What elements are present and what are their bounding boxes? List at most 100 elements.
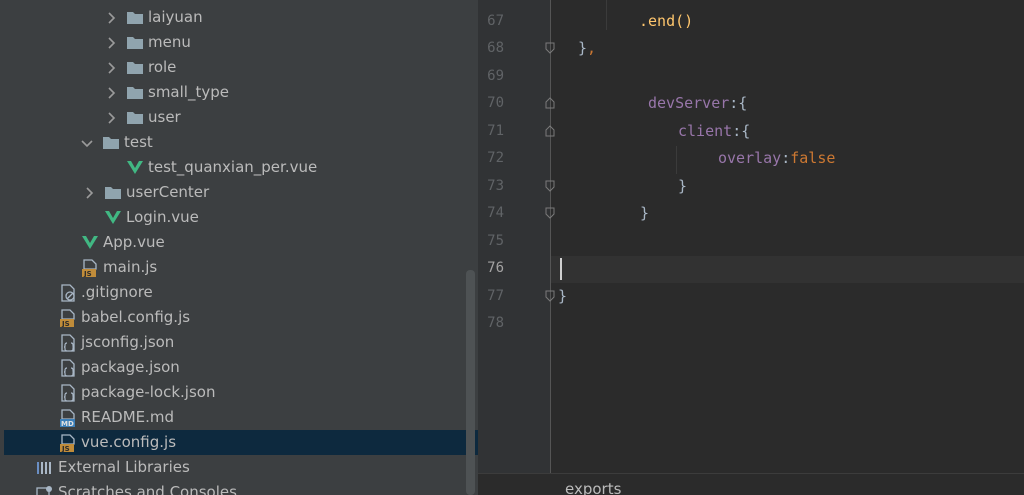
tree-item-label: jsconfig.json: [81, 333, 175, 351]
line-number-current: 76: [487, 260, 504, 276]
chevron-right-icon[interactable]: [104, 61, 118, 75]
fold-end-icon[interactable]: [545, 42, 555, 54]
tree-item-label: test: [124, 133, 153, 151]
code-line-72[interactable]: overlay:false: [718, 145, 835, 172]
tree-item-label: small_type: [148, 83, 229, 101]
line-number: 75: [487, 233, 504, 249]
chevron-right-icon[interactable]: [104, 11, 118, 25]
tree-item-label: role: [148, 58, 177, 76]
json-file-icon: [59, 383, 77, 402]
indent-guide: [676, 146, 677, 174]
tree-item-readme-md[interactable]: MD README.md: [0, 405, 478, 430]
tree-item-label: user: [148, 108, 181, 126]
svg-text:JS: JS: [61, 320, 70, 327]
tree-item-label: .gitignore: [81, 283, 153, 301]
js-file-icon: JS: [59, 308, 77, 327]
fold-start-icon[interactable]: [545, 125, 555, 137]
current-line-highlight: [551, 256, 1024, 283]
tree-item-login-vue[interactable]: Login.vue: [0, 205, 478, 230]
tree-item-label: userCenter: [126, 183, 210, 201]
tree-item-menu[interactable]: menu: [0, 30, 478, 55]
folder-icon: [126, 34, 144, 52]
tree-item-label: App.vue: [103, 233, 165, 251]
fold-end-icon[interactable]: [545, 290, 555, 302]
tree-item-gitignore[interactable]: .gitignore: [0, 280, 478, 305]
tree-item-label: Login.vue: [126, 208, 199, 226]
line-number: 77: [487, 288, 504, 304]
tree-scrollbar-thumb[interactable]: [466, 270, 475, 495]
tree-item-label: External Libraries: [58, 458, 190, 476]
folder-icon: [126, 84, 144, 102]
folder-icon: [126, 9, 144, 27]
fold-end-icon[interactable]: [545, 207, 555, 219]
folder-icon: [104, 184, 122, 202]
libraries-icon: [36, 459, 54, 477]
tree-item-label: README.md: [81, 408, 175, 426]
js-file-icon: JS: [81, 258, 99, 277]
code-comma: ,: [587, 39, 597, 57]
tree-item-label: Scratches and Consoles: [58, 483, 237, 495]
code-line-71[interactable]: client:{: [678, 118, 750, 145]
tree-item-test-quanxian-per-vue[interactable]: test_quanxian_per.vue: [0, 155, 478, 180]
tree-item-external-libraries[interactable]: External Libraries: [0, 455, 478, 480]
tree-item-vue-config-js[interactable]: JS vue.config.js: [4, 430, 478, 455]
tree-item-app-vue[interactable]: App.vue: [0, 230, 478, 255]
tree-item-label: babel.config.js: [81, 308, 191, 326]
json-file-icon: [59, 358, 77, 377]
tree-item-test[interactable]: test: [0, 130, 478, 155]
code-line-77[interactable]: }: [558, 283, 567, 310]
tree-item-small-type[interactable]: small_type: [0, 80, 478, 105]
tree-item-label: laiyuan: [148, 8, 203, 26]
tree-item-jsconfig-json[interactable]: jsconfig.json: [0, 330, 478, 355]
chevron-right-icon[interactable]: [104, 36, 118, 50]
code-line-70[interactable]: devServer:{: [648, 90, 747, 117]
chevron-down-icon[interactable]: [80, 136, 94, 150]
line-number: 68: [487, 40, 504, 56]
line-number-gutter: 67 68 69 70 71 72 73 74 75 76 77 78: [478, 0, 551, 473]
project-tree-panel: laiyuan menu role small_type user test t…: [0, 0, 478, 495]
tree-item-label: menu: [148, 33, 191, 51]
scratches-icon: [36, 484, 54, 495]
tree-item-package-lock-json[interactable]: package-lock.json: [0, 380, 478, 405]
tree-item-usercenter[interactable]: userCenter: [0, 180, 478, 205]
breadcrumb-item-exports[interactable]: exports: [565, 480, 621, 495]
vue-file-icon: [104, 209, 122, 227]
tree-item-main-js[interactable]: JS main.js: [0, 255, 478, 280]
svg-text:JS: JS: [61, 445, 70, 452]
folder-icon: [126, 109, 144, 127]
tree-item-label: main.js: [103, 258, 158, 276]
chevron-right-icon[interactable]: [82, 186, 96, 200]
code-line-68[interactable]: },: [578, 35, 596, 62]
text-cursor: [560, 258, 562, 280]
tree-item-label: vue.config.js: [81, 433, 177, 451]
tree-item-laiyuan[interactable]: laiyuan: [0, 5, 478, 30]
code-line-74[interactable]: }: [640, 200, 649, 227]
vue-file-icon: [81, 234, 99, 252]
code-line-67[interactable]: .end(): [639, 8, 693, 35]
folder-icon: [102, 134, 120, 152]
folder-icon: [126, 59, 144, 77]
line-number: 74: [487, 205, 504, 221]
line-number: 69: [487, 68, 504, 84]
tree-item-package-json[interactable]: package.json: [0, 355, 478, 380]
chevron-right-icon[interactable]: [104, 86, 118, 100]
tree-item-role[interactable]: role: [0, 55, 478, 80]
line-number: 70: [487, 95, 504, 111]
code-editor[interactable]: 67 68 69 70 71 72 73 74 75 76 77 78 .end…: [478, 0, 1024, 495]
svg-text:JS: JS: [83, 270, 92, 277]
line-number: 73: [487, 178, 504, 194]
breadcrumb: exports: [478, 473, 1024, 495]
js-file-icon: JS: [59, 433, 77, 452]
line-number: 72: [487, 150, 504, 166]
fold-end-icon[interactable]: [545, 180, 555, 192]
line-number: 78: [487, 315, 504, 331]
chevron-right-icon[interactable]: [104, 111, 118, 125]
code-line-73[interactable]: }: [678, 173, 687, 200]
fold-start-icon[interactable]: [545, 97, 555, 109]
tree-item-babel-config-js[interactable]: JS babel.config.js: [0, 305, 478, 330]
tree-item-user[interactable]: user: [0, 105, 478, 130]
vue-file-icon: [126, 159, 144, 177]
tree-item-scratches-and-consoles[interactable]: Scratches and Consoles: [0, 480, 478, 495]
markdown-file-icon: MD: [59, 408, 77, 427]
tree-item-label: test_quanxian_per.vue: [148, 158, 318, 176]
